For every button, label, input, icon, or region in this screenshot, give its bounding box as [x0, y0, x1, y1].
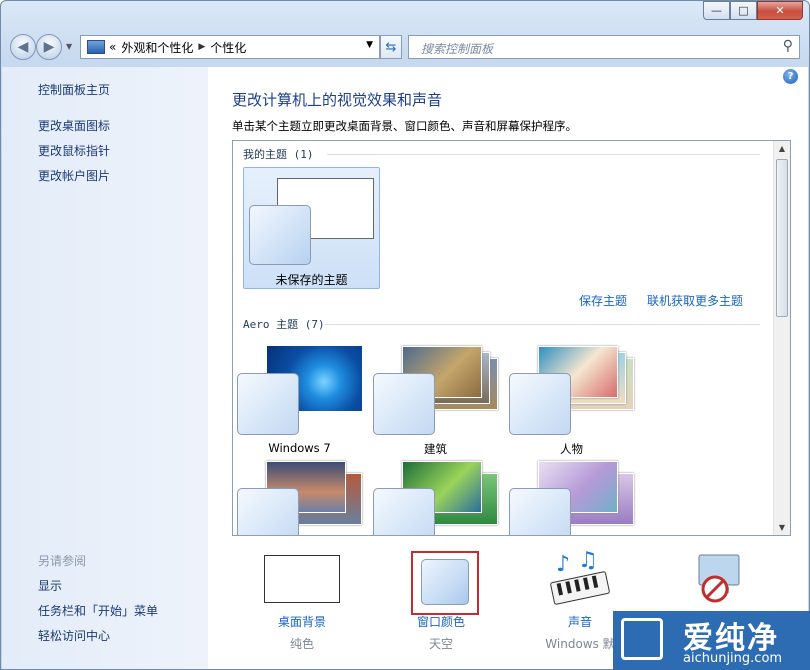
search-placeholder: 搜索控制面板	[421, 42, 494, 56]
get-more-themes-link[interactable]: 联机获取更多主题	[647, 292, 743, 309]
theme-windows7[interactable]: Windows 7	[237, 346, 362, 455]
breadcrumb-appearance[interactable]: 外观和个性化	[121, 39, 193, 56]
breadcrumb-overflow[interactable]: «	[109, 40, 116, 54]
sidebar-link-mouse-pointers[interactable]: 更改鼠标指针	[38, 142, 110, 159]
refresh-button[interactable]: ⇆	[380, 35, 402, 59]
theme-preview-glass	[373, 373, 435, 435]
screensaver-icon	[698, 554, 740, 603]
divider	[327, 154, 760, 155]
save-theme-link[interactable]: 保存主题	[579, 292, 627, 309]
address-dropdown-icon[interactable]: ▼	[366, 40, 373, 50]
theme-preview-glass	[373, 488, 435, 535]
desktop-background-option[interactable]: 桌面背景 纯色	[242, 551, 362, 651]
refresh-icon: ⇆	[385, 39, 397, 55]
scrollbar-thumb[interactable]	[776, 159, 788, 317]
svg-text:♫: ♫	[578, 551, 598, 573]
theme-label: 人物	[560, 442, 583, 456]
screensaver-option[interactable]	[659, 551, 779, 610]
arrow-right-icon: ▶	[43, 39, 55, 55]
option-value: 纯色	[289, 637, 314, 651]
scroll-down-icon[interactable]: ▼	[774, 523, 790, 532]
close-button[interactable]: ✕	[757, 1, 803, 20]
theme-nature[interactable]	[373, 461, 498, 535]
navigation-bar: ◀ ▶ ▼ « 外观和个性化 ▶ 个性化 ▼ ⇆ 搜索控制面板 ⚲	[10, 34, 800, 60]
control-panel-icon	[87, 40, 105, 54]
page-title: 更改计算机上的视觉效果和声音	[232, 91, 443, 109]
sounds-icon: ♪ ♫	[550, 548, 610, 605]
arrow-left-icon: ◀	[17, 39, 29, 55]
maximize-button[interactable]: □	[730, 1, 757, 20]
theme-preview-glass	[509, 373, 571, 435]
watermark-logo-icon	[621, 618, 663, 660]
sounds-option[interactable]: ♪ ♫ 声音 Windows 默	[520, 548, 640, 651]
breadcrumb-personalization[interactable]: 个性化	[210, 39, 246, 56]
divider	[325, 324, 760, 325]
theme-preview-glass	[249, 205, 311, 265]
option-label[interactable]: 桌面背景	[242, 613, 362, 630]
aero-themes-header: Aero 主题 (7)	[243, 318, 325, 331]
theme-label: Windows 7	[268, 441, 331, 455]
watermark: 爱纯净 aichunjing.com	[613, 611, 810, 670]
sidebar: 控制面板主页 更改桌面图标 更改鼠标指针 更改帐户图片 另请参阅 显示 任务栏和…	[2, 67, 208, 669]
theme-scenes[interactable]	[509, 461, 634, 535]
sidebar-link-home[interactable]: 控制面板主页	[38, 81, 110, 98]
svg-text:♪: ♪	[556, 552, 570, 577]
search-input[interactable]: 搜索控制面板 ⚲	[408, 35, 800, 59]
theme-label: 建筑	[424, 442, 447, 456]
watermark-url: aichunjing.com	[683, 651, 783, 666]
sidebar-link-display[interactable]: 显示	[38, 577, 62, 594]
theme-list-scrollbar[interactable]: ▲ ▼	[773, 141, 790, 535]
help-icon[interactable]: ?	[783, 69, 798, 84]
color-swatch	[421, 559, 469, 605]
sidebar-link-account-picture[interactable]: 更改帐户图片	[38, 167, 110, 184]
theme-architecture[interactable]: 建筑	[373, 346, 498, 456]
theme-preview-glass	[237, 488, 299, 535]
search-icon[interactable]: ⚲	[783, 38, 793, 54]
back-button[interactable]: ◀	[10, 34, 36, 60]
window: — □ ✕ ◀ ▶ ▼ « 外观和个性化 ▶ 个性化 ▼ ⇆ 搜索控制面板 ⚲ …	[0, 0, 810, 670]
sidebar-link-ease-of-access[interactable]: 轻松访问中心	[38, 627, 110, 644]
scroll-up-icon[interactable]: ▲	[774, 144, 790, 153]
theme-preview-glass	[237, 373, 299, 435]
theme-label: 未保存的主题	[275, 273, 348, 287]
theme-unsaved[interactable]: 未保存的主题	[243, 167, 380, 289]
theme-landscape[interactable]	[237, 461, 362, 535]
main-panel: ? 更改计算机上的视觉效果和声音 单击某个主题立即更改桌面背景、窗口颜色、声音和…	[208, 67, 808, 669]
option-label[interactable]: 窗口颜色	[381, 613, 501, 630]
option-value: 天空	[428, 637, 453, 651]
page-description: 单击某个主题立即更改桌面背景、窗口颜色、声音和屏幕保护程序。	[232, 119, 577, 133]
see-also-heading: 另请参阅	[38, 554, 87, 568]
theme-preview-glass	[509, 488, 571, 535]
window-color-icon	[411, 551, 479, 615]
breadcrumb-separator-icon[interactable]: ▶	[198, 42, 205, 52]
my-themes-header: 我的主题 (1)	[243, 148, 314, 161]
recent-pages-dropdown-icon[interactable]: ▼	[66, 42, 72, 51]
theme-characters[interactable]: 人物	[509, 346, 634, 456]
address-bar[interactable]: « 外观和个性化 ▶ 个性化 ▼	[80, 35, 380, 59]
desktop-background-icon	[264, 555, 340, 603]
minimize-button[interactable]: —	[703, 1, 730, 20]
sidebar-link-taskbar[interactable]: 任务栏和「开始」菜单	[38, 602, 158, 619]
caption-buttons: — □ ✕	[703, 1, 803, 20]
theme-list[interactable]: 我的主题 (1) 未保存的主题 保存主题 联机获取更多主题 Aero 主题 (7…	[232, 140, 791, 536]
forward-button[interactable]: ▶	[36, 34, 62, 60]
sidebar-link-desktop-icons[interactable]: 更改桌面图标	[38, 117, 110, 134]
